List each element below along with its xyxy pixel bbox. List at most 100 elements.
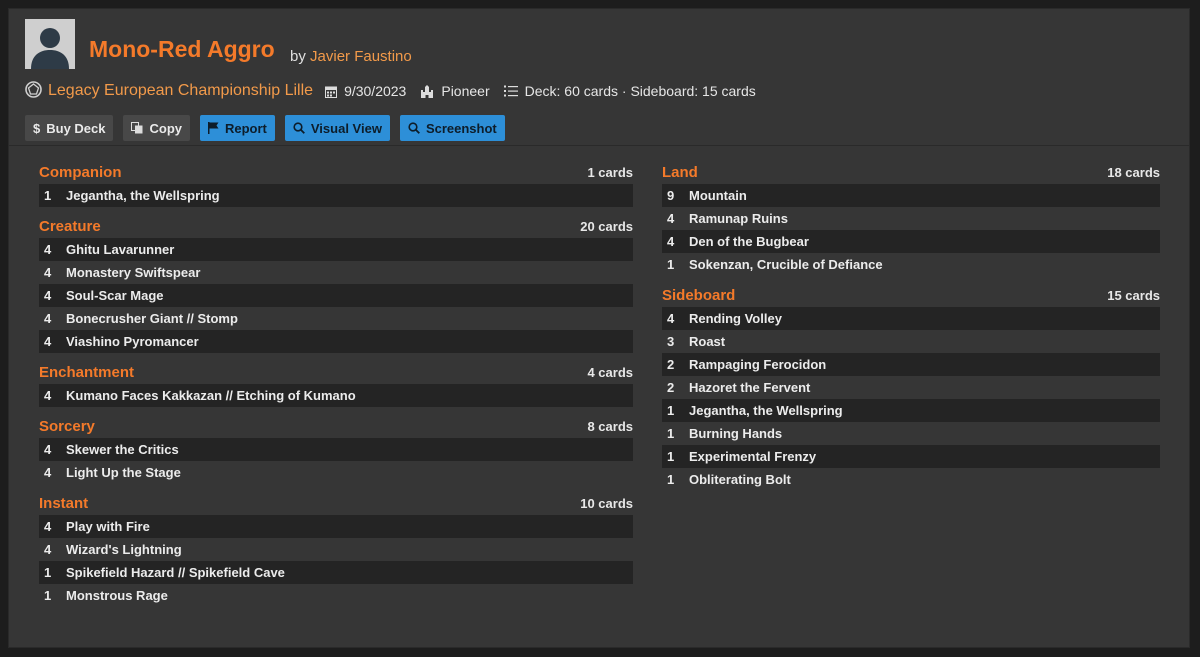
card-row[interactable]: 4 Soul-Scar Mage xyxy=(39,284,633,307)
card-name[interactable]: Experimental Frenzy xyxy=(689,449,816,464)
card-name[interactable]: Obliterating Bolt xyxy=(689,472,791,487)
buy-deck-button[interactable]: $ Buy Deck xyxy=(25,115,114,141)
card-name[interactable]: Kumano Faces Kakkazan // Etching of Kuma… xyxy=(66,388,356,403)
section-count: 4 cards xyxy=(587,365,633,380)
card-name[interactable]: Light Up the Stage xyxy=(66,465,181,480)
card-name[interactable]: Mountain xyxy=(689,188,747,203)
card-quantity: 4 xyxy=(667,211,675,226)
section-header: Land 18 cards xyxy=(662,161,1160,184)
section-title: Land xyxy=(662,164,698,181)
card-row[interactable]: 4 Den of the Bugbear xyxy=(662,230,1160,253)
card-row[interactable]: 1 Jegantha, the Wellspring xyxy=(39,184,633,207)
format-item: Pioneer xyxy=(420,83,490,99)
section-title: Creature xyxy=(39,218,101,235)
screenshot-label: Screenshot xyxy=(425,120,497,136)
card-quantity: 2 xyxy=(667,357,675,372)
card-row[interactable]: 1 Obliterating Bolt xyxy=(662,468,1160,491)
card-name[interactable]: Viashino Pyromancer xyxy=(66,334,199,349)
section-count: 15 cards xyxy=(1107,288,1160,303)
card-row[interactable]: 1 Monstrous Rage xyxy=(39,584,633,607)
card-name[interactable]: Monastery Swiftspear xyxy=(66,265,200,280)
screenshot-button[interactable]: Screenshot xyxy=(399,115,505,141)
mainboard-column: Companion 1 cards 1 Jegantha, the Wellsprin… xyxy=(39,161,633,615)
card-section: Creature 20 cards 4 Ghitu Lavarunner 4 Monast… xyxy=(39,215,633,353)
card-name[interactable]: Jegantha, the Wellspring xyxy=(66,188,220,203)
card-name[interactable]: Sokenzan, Crucible of Defiance xyxy=(689,257,883,272)
report-button[interactable]: Report xyxy=(199,115,275,141)
card-row[interactable]: 4 Monastery Swiftspear xyxy=(39,261,633,284)
action-buttons: $ Buy Deck Copy Report Visual View Scree… xyxy=(25,115,515,141)
card-row[interactable]: 1 Burning Hands xyxy=(662,422,1160,445)
card-quantity: 2 xyxy=(667,380,675,395)
card-quantity: 4 xyxy=(44,388,52,403)
card-name[interactable]: Play with Fire xyxy=(66,519,150,534)
card-section: Enchantment 4 cards 4 Kumano Faces Kakkazan… xyxy=(39,361,633,407)
card-name[interactable]: Hazoret the Fervent xyxy=(689,380,810,395)
card-quantity: 4 xyxy=(44,311,52,326)
card-section: Companion 1 cards 1 Jegantha, the Wellsprin… xyxy=(39,161,633,207)
card-row[interactable]: 4 Play with Fire xyxy=(39,515,633,538)
card-name[interactable]: Roast xyxy=(689,334,725,349)
card-name[interactable]: Rampaging Ferocidon xyxy=(689,357,826,372)
card-quantity: 1 xyxy=(44,588,52,603)
card-name[interactable]: Wizard's Lightning xyxy=(66,542,182,557)
card-name[interactable]: Ramunap Ruins xyxy=(689,211,788,226)
copy-icon xyxy=(131,122,143,134)
card-row[interactable]: 4 Ghitu Lavarunner xyxy=(39,238,633,261)
card-row[interactable]: 1 Sokenzan, Crucible of Defiance xyxy=(662,253,1160,276)
section-title: Sorcery xyxy=(39,418,95,435)
card-row[interactable]: 9 Mountain xyxy=(662,184,1160,207)
card-row[interactable]: 4 Light Up the Stage xyxy=(39,461,633,484)
section-header: Enchantment 4 cards xyxy=(39,361,633,384)
card-row[interactable]: 3 Roast xyxy=(662,330,1160,353)
search-icon xyxy=(293,122,305,134)
card-row[interactable]: 1 Jegantha, the Wellspring xyxy=(662,399,1160,422)
card-name[interactable]: Rending Volley xyxy=(689,311,782,326)
header-divider xyxy=(9,145,1189,146)
card-name[interactable]: Spikefield Hazard // Spikefield Cave xyxy=(66,565,285,580)
copy-button[interactable]: Copy xyxy=(123,115,190,141)
visual-view-label: Visual View xyxy=(310,120,382,136)
section-count: 8 cards xyxy=(587,419,633,434)
card-row[interactable]: 2 Rampaging Ferocidon xyxy=(662,353,1160,376)
card-row[interactable]: 4 Viashino Pyromancer xyxy=(39,330,633,353)
card-name[interactable]: Burning Hands xyxy=(689,426,782,441)
visual-view-button[interactable]: Visual View xyxy=(284,115,390,141)
section-count: 20 cards xyxy=(580,219,633,234)
card-name[interactable]: Den of the Bugbear xyxy=(689,234,809,249)
card-name[interactable]: Bonecrusher Giant // Stomp xyxy=(66,311,238,326)
card-quantity: 9 xyxy=(667,188,675,203)
card-name[interactable]: Monstrous Rage xyxy=(66,588,168,603)
card-name[interactable]: Skewer the Critics xyxy=(66,442,179,457)
card-row[interactable]: 4 Skewer the Critics xyxy=(39,438,633,461)
card-name[interactable]: Soul-Scar Mage xyxy=(66,288,164,303)
card-quantity: 3 xyxy=(667,334,675,349)
card-section: Instant 10 cards 4 Play with Fire 4 Wizard's … xyxy=(39,492,633,607)
card-row[interactable]: 2 Hazoret the Fervent xyxy=(662,376,1160,399)
deck-header: Mono-Red Aggro by Javier Faustino Legacy… xyxy=(9,9,1189,145)
card-row[interactable]: 1 Spikefield Hazard // Spikefield Cave xyxy=(39,561,633,584)
event-link[interactable]: Legacy European Championship Lille xyxy=(48,82,313,100)
card-row[interactable]: 4 Bonecrusher Giant // Stomp xyxy=(39,307,633,330)
card-name[interactable]: Ghitu Lavarunner xyxy=(66,242,174,257)
card-row[interactable]: 4 Rending Volley xyxy=(662,307,1160,330)
section-count: 10 cards xyxy=(580,496,633,511)
card-row[interactable]: 4 Kumano Faces Kakkazan // Etching of Kum… xyxy=(39,384,633,407)
card-row[interactable]: 4 Wizard's Lightning xyxy=(39,538,633,561)
card-row[interactable]: 4 Ramunap Ruins xyxy=(662,207,1160,230)
card-quantity: 4 xyxy=(44,465,52,480)
card-quantity: 4 xyxy=(44,442,52,457)
card-name[interactable]: Jegantha, the Wellspring xyxy=(689,403,843,418)
card-quantity: 1 xyxy=(44,188,52,203)
card-row[interactable]: 1 Experimental Frenzy xyxy=(662,445,1160,468)
dollar-icon: $ xyxy=(33,120,41,136)
section-header: Sideboard 15 cards xyxy=(662,284,1160,307)
deck-date: 9/30/2023 xyxy=(344,83,407,99)
author-link[interactable]: Javier Faustino xyxy=(310,48,412,65)
copy-label: Copy xyxy=(149,120,182,136)
section-header: Companion 1 cards xyxy=(39,161,633,184)
card-section: Sideboard 15 cards 4 Rending Volley 3 Roast 2 R… xyxy=(662,284,1160,491)
search-icon xyxy=(408,122,420,134)
card-quantity: 1 xyxy=(667,257,675,272)
section-title: Companion xyxy=(39,164,122,181)
